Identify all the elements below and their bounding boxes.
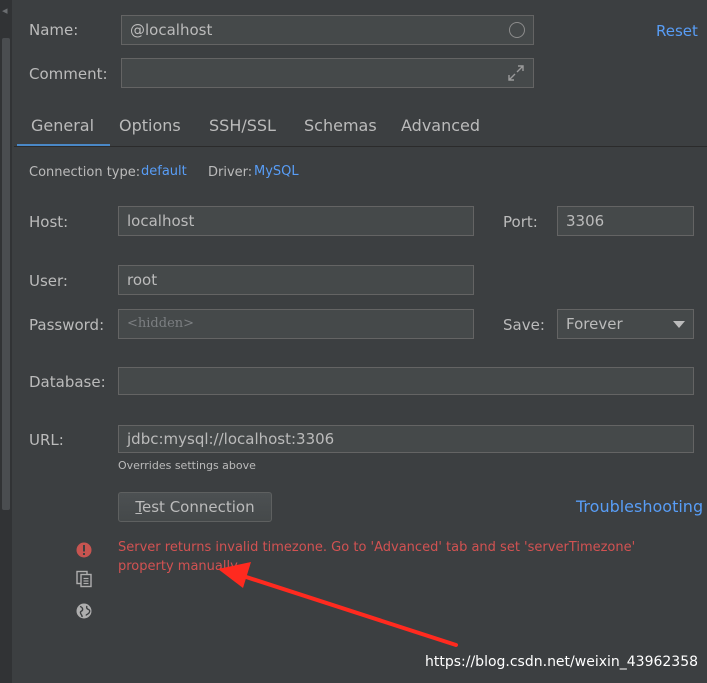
save-label: Save: <box>503 316 545 334</box>
tab-schemas[interactable]: Schemas <box>304 111 377 147</box>
chevron-left-icon[interactable]: ◂ <box>2 4 8 17</box>
connection-type-link[interactable]: default <box>141 164 187 179</box>
troubleshooting-link[interactable]: Troubleshooting <box>576 497 703 516</box>
tabs-divider <box>14 146 707 147</box>
error-icon <box>76 542 92 558</box>
port-input[interactable]: 3306 <box>557 206 694 236</box>
globe-icon[interactable] <box>75 602 93 620</box>
database-label: Database: <box>29 373 106 391</box>
database-input[interactable] <box>118 367 694 395</box>
save-dropdown-value: Forever <box>566 315 623 333</box>
tab-general[interactable]: General <box>16 111 111 147</box>
dropdown-caret-icon <box>673 321 685 328</box>
url-label: URL: <box>29 431 64 449</box>
test-connection-button[interactable]: Test Connection <box>118 492 272 522</box>
user-input[interactable]: root <box>118 265 474 295</box>
comment-label: Comment: <box>29 65 108 83</box>
port-label: Port: <box>503 213 538 231</box>
reset-link[interactable]: Reset <box>656 22 698 40</box>
left-scrollbar[interactable] <box>2 38 10 510</box>
save-dropdown[interactable]: Forever <box>557 309 694 339</box>
test-connection-label: est Connection <box>142 498 255 516</box>
tab-bar: General Options SSH/SSL Schemas Advanced <box>14 111 707 147</box>
connection-type-label: Connection type: <box>29 165 141 180</box>
url-hint: Overrides settings above <box>118 459 256 472</box>
copy-icon[interactable] <box>75 570 93 588</box>
user-label: User: <box>29 272 68 290</box>
annotation-arrow <box>218 562 458 647</box>
host-label: Host: <box>29 213 69 231</box>
tab-options[interactable]: Options <box>119 111 181 147</box>
tab-ssh-ssl[interactable]: SSH/SSL <box>209 111 276 147</box>
color-circle-icon[interactable] <box>509 22 525 38</box>
name-field[interactable]: @localhost <box>121 15 534 45</box>
tab-advanced[interactable]: Advanced <box>401 111 480 147</box>
expand-icon[interactable] <box>507 64 525 82</box>
name-label: Name: <box>29 21 79 39</box>
password-label: Password: <box>29 316 105 334</box>
driver-link[interactable]: MySQL <box>254 164 299 179</box>
driver-label: Driver: <box>208 165 253 180</box>
url-input[interactable]: jdbc:mysql://localhost:3306 <box>118 425 694 453</box>
password-input[interactable]: <hidden> <box>118 309 474 339</box>
name-value: @localhost <box>130 21 213 39</box>
comment-field[interactable] <box>121 58 534 88</box>
host-input[interactable]: localhost <box>118 206 474 236</box>
error-message: Server returns invalid timezone. Go to '… <box>118 540 636 574</box>
watermark: https://blog.csdn.net/weixin_43962358 <box>425 654 699 670</box>
